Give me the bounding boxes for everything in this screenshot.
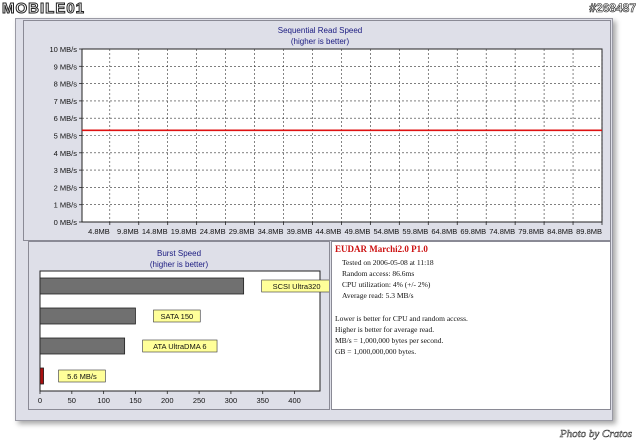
burst-speed-chart: Burst Speed (higher is better) SCSI Ultr… bbox=[38, 249, 332, 405]
sequential-read-panel: Sequential Read Speed (higher is better)… bbox=[23, 20, 611, 241]
info-title: EUDAR Marchi2.0 P1.0 bbox=[335, 244, 428, 254]
seq-x-axis: 4.8MB 9.8MB 14.8MB 19.8MB 24.8MB 29.8MB 34.8MB… bbox=[88, 222, 603, 236]
seq-y-tick-label: 0 MB/s bbox=[54, 218, 78, 227]
seq-x-tick-label: 4.8MB bbox=[88, 227, 110, 236]
burst-bar bbox=[39, 307, 136, 325]
seq-x-tick-label: 34.8MB bbox=[258, 227, 284, 236]
seq-x-tick-label: 19.8MB bbox=[171, 227, 197, 236]
seq-y-tick-label: 5 MB/s bbox=[54, 132, 78, 141]
seq-x-tick-label: 69.8MB bbox=[460, 227, 486, 236]
seq-x-tick-label: 29.8MB bbox=[229, 227, 255, 236]
seq-x-tick-label: 24.8MB bbox=[200, 227, 226, 236]
seq-x-tick-label: 54.8MB bbox=[373, 227, 399, 236]
photo-credit: Photo by Cratos bbox=[559, 428, 633, 441]
burst-x-tick-label: 350 bbox=[256, 396, 269, 405]
burst-x-tick-label: 150 bbox=[129, 396, 142, 405]
seq-y-tick-label: 1 MB/s bbox=[54, 201, 78, 210]
info-note: MB/s = 1,000,000 bytes per second. bbox=[335, 336, 444, 345]
burst-x-tick-label: 400 bbox=[288, 396, 301, 405]
seq-y-tick-label: 2 MB/s bbox=[54, 183, 78, 192]
seq-x-tick-label: 9.8MB bbox=[117, 227, 139, 236]
seq-y-tick-label: 4 MB/s bbox=[54, 149, 78, 158]
seq-y-tick-label: 9 MB/s bbox=[54, 62, 78, 71]
seq-y-tick-label: 8 MB/s bbox=[54, 80, 78, 89]
seq-y-tick-label: 3 MB/s bbox=[54, 166, 78, 175]
seq-y-tick-label: 7 MB/s bbox=[54, 97, 78, 106]
watermark-id: #268487 bbox=[589, 1, 636, 16]
burst-x-tick-label: 250 bbox=[193, 396, 206, 405]
burst-bar bbox=[39, 277, 245, 295]
seq-x-tick-label: 64.8MB bbox=[431, 227, 457, 236]
burst-bar-label: ATA UltraDMA 6 bbox=[153, 342, 207, 351]
burst-x-axis: 0 50 100 150 200 250 300 350 400 bbox=[38, 391, 301, 405]
seq-x-tick-label: 14.8MB bbox=[142, 227, 168, 236]
seq-y-axis: 0 MB/s 1 MB/s 2 MB/s 3 MB/s 4 MB/s 5 MB/s 6 MB… bbox=[49, 45, 82, 227]
seq-chart-title: Sequential Read Speed bbox=[278, 26, 363, 35]
burst-x-tick-label: 100 bbox=[97, 396, 110, 405]
seq-x-tick-label: 39.8MB bbox=[287, 227, 313, 236]
info-note: GB = 1,000,000,000 bytes. bbox=[335, 347, 417, 356]
seq-x-tick-label: 89.8MB bbox=[576, 227, 602, 236]
seq-x-tick-label: 59.8MB bbox=[402, 227, 428, 236]
burst-speed-panel: Burst Speed (higher is better) SCSI Ultr… bbox=[28, 241, 332, 410]
burst-chart-subtitle: (higher is better) bbox=[150, 260, 209, 269]
burst-x-tick-label: 0 bbox=[38, 396, 42, 405]
seq-x-tick-label: 84.8MB bbox=[547, 227, 573, 236]
info-note: Lower is better for CPU and random acces… bbox=[335, 314, 468, 323]
seq-x-tick-label: 74.8MB bbox=[489, 227, 515, 236]
watermark-logo: MOBILE01 bbox=[1, 0, 86, 18]
seq-y-tick-label: 6 MB/s bbox=[54, 114, 78, 123]
seq-x-tick-label: 44.8MB bbox=[316, 227, 342, 236]
info-line: Random access: 86.6ms bbox=[342, 269, 415, 278]
burst-bar-label: SCSI Ultra320 bbox=[273, 282, 321, 291]
info-panel: EUDAR Marchi2.0 P1.0 Tested on 2006-05-0… bbox=[331, 241, 611, 410]
burst-bar bbox=[39, 337, 126, 355]
burst-chart-title: Burst Speed bbox=[157, 249, 201, 258]
sequential-read-chart: Sequential Read Speed (higher is better)… bbox=[49, 26, 603, 236]
info-line: CPU utilization: 4% (+/- 2%) bbox=[342, 280, 431, 289]
info-line: Tested on 2006-05-08 at 11:18 bbox=[342, 258, 434, 267]
burst-bar bbox=[39, 367, 44, 385]
seq-x-tick-label: 79.8MB bbox=[518, 227, 544, 236]
info-note: Higher is better for average read. bbox=[335, 325, 435, 334]
seq-y-tick-label: 10 MB/s bbox=[49, 45, 77, 54]
burst-x-tick-label: 50 bbox=[68, 396, 76, 405]
seq-x-tick-label: 49.8MB bbox=[345, 227, 371, 236]
info-line: Average read: 5.3 MB/s bbox=[342, 291, 414, 300]
seq-chart-subtitle: (higher is better) bbox=[291, 37, 350, 46]
burst-x-tick-label: 200 bbox=[161, 396, 174, 405]
burst-bar-label: 5.6 MB/s bbox=[67, 372, 97, 381]
burst-x-tick-label: 300 bbox=[225, 396, 238, 405]
burst-bar-label: SATA 150 bbox=[161, 312, 194, 321]
